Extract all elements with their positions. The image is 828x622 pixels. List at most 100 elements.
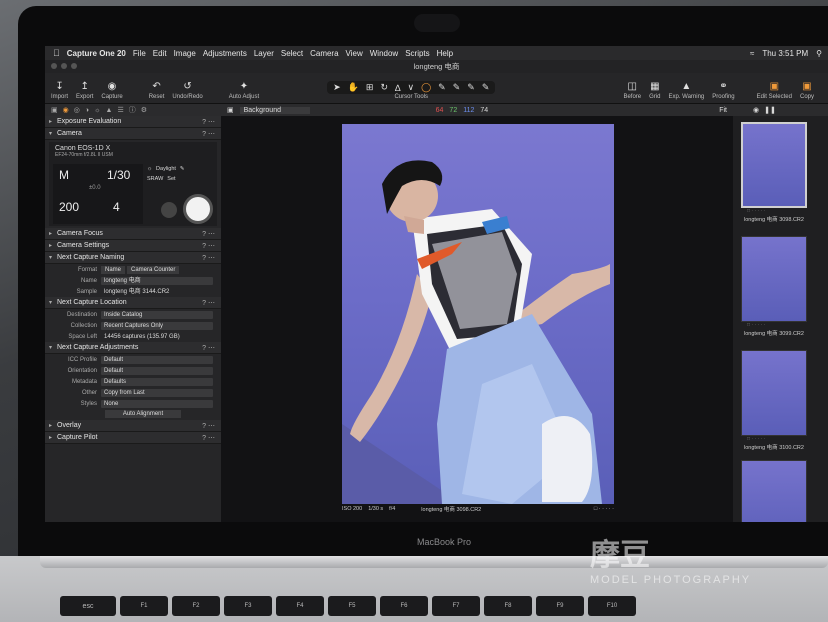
auto-alignment-button[interactable]: Auto Alignment	[105, 410, 181, 418]
tab-output[interactable]: ⚙	[141, 106, 147, 114]
tab-capture[interactable]: ◉	[63, 106, 69, 114]
help-icon[interactable]: ? ⋯	[202, 422, 221, 430]
thumbnail[interactable]	[741, 460, 807, 522]
main-photo[interactable]	[342, 124, 614, 504]
white-balance-icon[interactable]: ◯	[421, 82, 431, 93]
exposure-mode[interactable]: M	[59, 168, 69, 182]
menu-view[interactable]: View	[346, 49, 363, 58]
key-f4[interactable]: F4	[276, 596, 324, 616]
auto-adjust-button[interactable]: ✦ Auto Adjust	[229, 80, 259, 100]
help-icon[interactable]: ? ⋯	[202, 242, 221, 250]
clock[interactable]: Thu 3:51 PM	[762, 49, 808, 58]
menu-select[interactable]: Select	[281, 49, 303, 58]
key-f7[interactable]: F7	[432, 596, 480, 616]
name-field[interactable]: longteng 电商	[101, 276, 213, 285]
key-f1[interactable]: F1	[120, 596, 168, 616]
help-icon[interactable]: ? ⋯	[202, 130, 221, 138]
section-camera[interactable]: ▾ Camera ? ⋯	[45, 128, 221, 140]
menu-help[interactable]: Help	[437, 49, 453, 58]
rating-dots[interactable]: □ · · · · ·	[594, 506, 614, 512]
styles-select[interactable]: None	[101, 399, 213, 408]
collection-select[interactable]: Recent Captures Only	[101, 321, 213, 330]
tab-details[interactable]: ▲	[106, 107, 113, 114]
shutter-speed[interactable]: 1/30	[107, 168, 130, 182]
crop-icon[interactable]: ⊞	[366, 82, 374, 93]
tab-color[interactable]: ◑	[85, 107, 89, 114]
grid-button[interactable]: ▦ Grid	[649, 80, 660, 100]
help-icon[interactable]: ? ⋯	[202, 434, 221, 442]
help-icon[interactable]: ? ⋯	[202, 118, 221, 126]
section-exposure-evaluation[interactable]: ▸ Exposure Evaluation ? ⋯	[45, 116, 221, 128]
key-f10[interactable]: F10	[588, 596, 636, 616]
menu-layer[interactable]: Layer	[254, 49, 274, 58]
menu-scripts[interactable]: Scripts	[405, 49, 429, 58]
exposure-compensation[interactable]: ±0.0	[89, 185, 101, 191]
token-camera-counter[interactable]: Camera Counter	[127, 265, 180, 274]
key-f6[interactable]: F6	[380, 596, 428, 616]
section-next-capture-location[interactable]: ▾ Next Capture Location ? ⋯	[45, 297, 221, 309]
key-f9[interactable]: F9	[536, 596, 584, 616]
section-capture-pilot[interactable]: ▸ Capture Pilot ? ⋯	[45, 432, 221, 444]
image-viewer[interactable]: ISO 200 1/30 s f/4 longteng 电商 3098.CR2 …	[221, 116, 733, 522]
thumbnail[interactable]: □ · · · · · longteng 电商 3099.CR2	[741, 236, 807, 337]
token-name[interactable]: Name	[101, 265, 126, 274]
spotlight-icon[interactable]: ⚲	[816, 49, 822, 58]
rating-dots[interactable]: □ · · · · ·	[741, 208, 807, 215]
zoom-button[interactable]	[71, 63, 77, 69]
destination-select[interactable]: Inside Catalog	[101, 310, 213, 319]
other-select[interactable]: Copy from Last	[101, 388, 213, 397]
menu-edit[interactable]: Edit	[153, 49, 167, 58]
menu-file[interactable]: File	[133, 49, 146, 58]
rating-dots[interactable]: □ · · · · ·	[741, 436, 807, 443]
exp-warning-button[interactable]: ▲ Exp. Warning	[668, 80, 704, 100]
key-f2[interactable]: F2	[172, 596, 220, 616]
thumbnail[interactable]: □ · · · · · longteng 电商 3098.CR2	[741, 122, 807, 223]
icc-profile-select[interactable]: Default	[101, 355, 213, 364]
before-button[interactable]: ◫ Before	[623, 80, 641, 100]
close-button[interactable]	[51, 63, 57, 69]
rating-dots[interactable]: □ · · · · ·	[741, 322, 807, 329]
orientation-select[interactable]: Default	[101, 366, 213, 375]
copy-button[interactable]: ▣ Copy	[800, 80, 814, 100]
thumbnail[interactable]: □ · · · · · longteng 电商 3100.CR2	[741, 350, 807, 451]
help-icon[interactable]: ? ⋯	[202, 230, 221, 238]
section-next-capture-naming[interactable]: ▾ Next Capture Naming ? ⋯	[45, 252, 221, 264]
capture-button[interactable]: ◉ Capture	[101, 80, 122, 100]
set-button[interactable]: Set	[167, 176, 175, 182]
iso-value[interactable]: 200	[59, 200, 79, 214]
picker-icon[interactable]: ✎	[467, 82, 475, 93]
help-icon[interactable]: ? ⋯	[202, 299, 221, 307]
key-f8[interactable]: F8	[484, 596, 532, 616]
proofing-button[interactable]: ⚭ Proofing	[712, 80, 734, 100]
key-esc[interactable]: esc	[60, 596, 116, 616]
key-f3[interactable]: F3	[224, 596, 272, 616]
brush-icon[interactable]: ✎	[438, 82, 446, 93]
eye-icon[interactable]: ◉	[753, 106, 759, 114]
pen-icon[interactable]: ✎	[180, 166, 185, 172]
wifi-icon[interactable]: ≈	[750, 49, 754, 58]
tab-metadata[interactable]: ⓘ	[129, 105, 136, 115]
section-camera-focus[interactable]: ▸ Camera Focus ? ⋯	[45, 228, 221, 240]
background-select[interactable]: Background	[239, 106, 310, 114]
tab-exposure[interactable]: ☼	[94, 107, 100, 114]
minimize-button[interactable]	[61, 63, 67, 69]
shutter-release-button[interactable]	[183, 194, 213, 224]
metadata-select[interactable]: Defaults	[101, 377, 213, 386]
rotate-icon[interactable]: ↻	[380, 82, 388, 93]
apple-icon[interactable]: 	[53, 48, 60, 58]
file-format[interactable]: SRAW	[147, 176, 163, 182]
viewer-mode-icon[interactable]: ▣	[227, 106, 234, 114]
aperture-value[interactable]: 4	[113, 200, 120, 214]
help-icon[interactable]: ? ⋯	[202, 254, 221, 262]
pause-icon[interactable]: ❚❚	[764, 106, 776, 114]
format-tokens[interactable]: Name Camera Counter	[101, 265, 213, 274]
annotate-icon[interactable]: ✎	[482, 82, 490, 93]
tab-adjustments[interactable]: ☰	[117, 106, 123, 114]
section-camera-settings[interactable]: ▸ Camera Settings ? ⋯	[45, 240, 221, 252]
menu-adjustments[interactable]: Adjustments	[203, 49, 247, 58]
tab-library[interactable]: ▣	[51, 106, 58, 114]
tab-lens[interactable]: ◎	[74, 106, 80, 114]
zoom-fit[interactable]: Fit	[719, 107, 733, 114]
eraser-icon[interactable]: ✎	[453, 82, 461, 93]
menu-image[interactable]: Image	[174, 49, 196, 58]
